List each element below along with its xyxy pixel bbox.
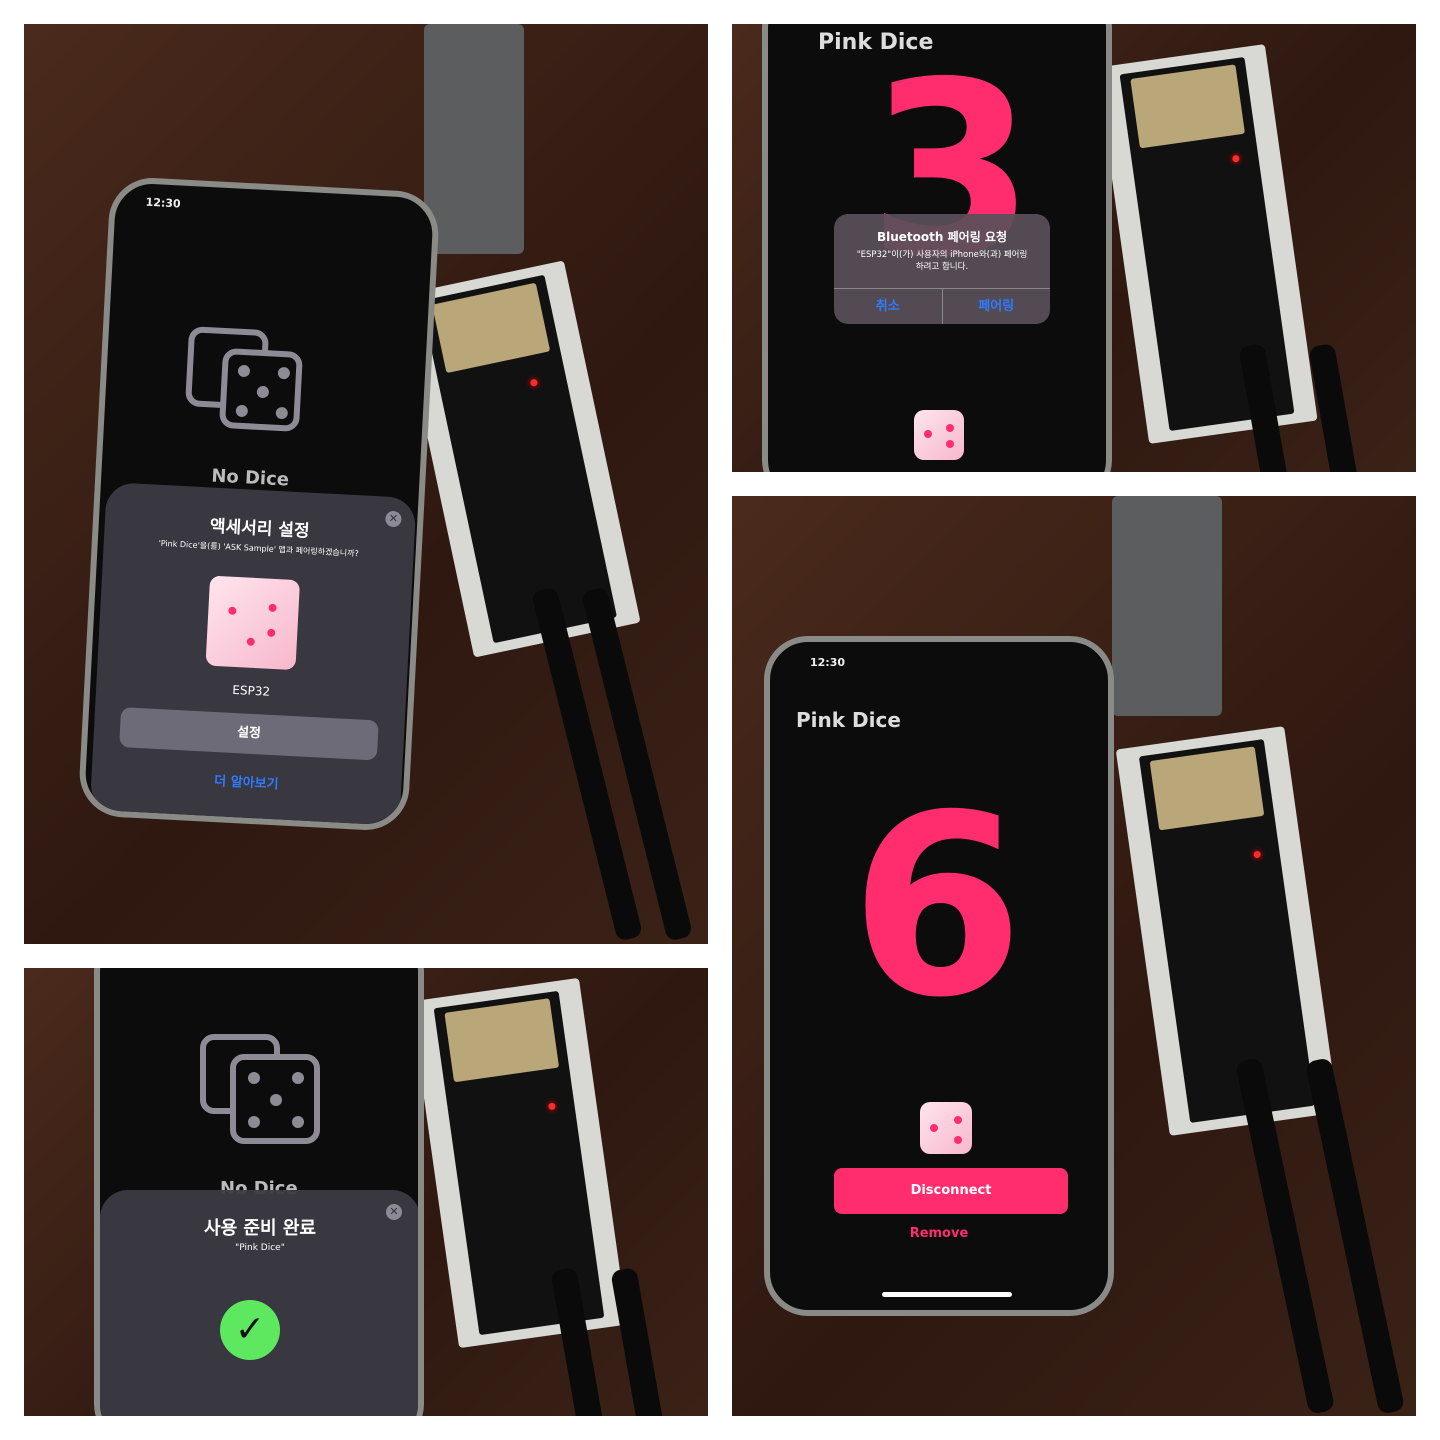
phone: 12:30 Pink Dice 6 Disconnect Remove [764,636,1114,1316]
sheet-subtitle: "Pink Dice" [235,1243,285,1253]
bluetooth-pairing-alert: Bluetooth 페어링 요청 "ESP32"이(가) 사용자의 iPhone… [834,214,1050,324]
esp32-breadboard [1096,44,1318,444]
status-time: 12:30 [145,195,181,211]
esp32-breadboard [1115,726,1339,1136]
dice-number: 6 [850,761,1024,1052]
pair-button[interactable]: 페어링 [943,289,1051,324]
checkmark-icon: ✓ [220,1300,280,1360]
setup-button[interactable]: 설정 [119,707,379,761]
ready-sheet: ✕ 사용 준비 완료 "Pink Dice" ✓ [100,1190,418,1416]
photo-panel-ready: No Dice ✕ 사용 준비 완료 "Pink Dice" ✓ [24,968,708,1416]
close-icon[interactable]: ✕ [386,1204,402,1220]
no-dice-label: No Dice [210,465,290,491]
remove-button[interactable]: Remove [770,1226,1108,1241]
phone: No Dice ✕ 사용 준비 완료 "Pink Dice" ✓ [94,968,424,1416]
status-time: 12:30 [810,656,846,669]
device-name: ESP32 [232,682,271,699]
phone-stand [424,24,524,254]
accessory-setup-sheet: ✕ 액세서리 설정 'Pink Dice'을(를) 'ASK Sample' 앱… [89,482,417,828]
learn-more-link[interactable]: 더 알아보기 [91,764,402,799]
dice-placeholder-icon [218,347,304,432]
cancel-button[interactable]: 취소 [834,289,943,324]
esp32-breadboard [410,977,628,1349]
dice-placeholder-icon [230,1054,320,1144]
usb-cable [1308,342,1362,472]
sheet-title: 사용 준비 완료 [204,1218,316,1239]
phone-stand [1112,496,1222,716]
disconnect-button[interactable]: Disconnect [834,1168,1068,1214]
phone: Pink Dice 3 Bluetooth 페어링 요청 "ESP32"이(가)… [762,24,1112,472]
phone: 12:30 No Dice ✕ 액세서리 설정 'Pink Dice'을(를) … [77,175,441,833]
app-title: Pink Dice [796,708,901,732]
photo-panel-accessory-setup: 12:30 No Dice ✕ 액세서리 설정 'Pink Dice'을(를) … [24,24,708,944]
alert-title: Bluetooth 페어링 요청 [876,230,1007,244]
pink-dice-image [920,1102,972,1154]
alert-message: "ESP32"이(가) 사용자의 iPhone와(과) 페어링하려고 합니다. [856,250,1028,272]
usb-cable [610,1266,664,1416]
photo-panel-bluetooth-pairing: Pink Dice 3 Bluetooth 페어링 요청 "ESP32"이(가)… [732,24,1416,472]
pink-dice-image [205,575,301,671]
home-indicator [882,1292,1012,1297]
photo-panel-dice-result: 12:30 Pink Dice 6 Disconnect Remove [732,496,1416,1416]
pink-dice-image [914,410,964,460]
